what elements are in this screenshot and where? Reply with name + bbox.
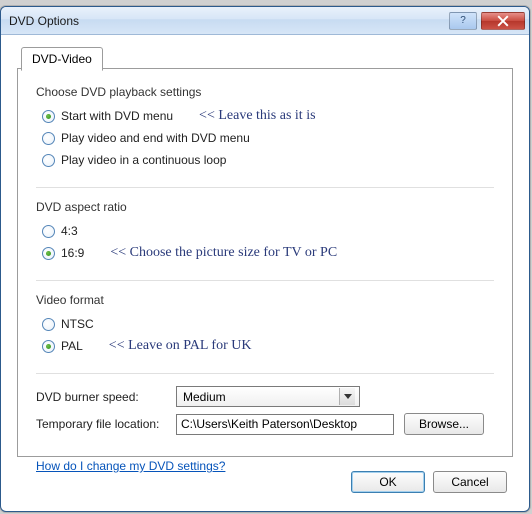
tab-dvd-video[interactable]: DVD-Video bbox=[21, 47, 103, 71]
cancel-button-label: Cancel bbox=[451, 475, 488, 489]
help-icon: ? bbox=[460, 15, 466, 26]
radio-label: PAL bbox=[61, 339, 83, 353]
group-playback-title: Choose DVD playback settings bbox=[36, 85, 494, 99]
chevron-down-icon bbox=[344, 394, 352, 399]
radio-label: Play video in a continuous loop bbox=[61, 153, 226, 167]
titlebar: DVD Options ? bbox=[1, 7, 529, 35]
group-playback: Choose DVD playback settings Start with … bbox=[36, 85, 494, 169]
help-button[interactable]: ? bbox=[449, 12, 477, 30]
window-title: DVD Options bbox=[9, 14, 79, 28]
radio-ntsc[interactable]: NTSC bbox=[42, 315, 494, 333]
annotation-aspect: << Choose the picture size for TV or PC bbox=[110, 245, 337, 261]
annotation-playback: << Leave this as it is bbox=[199, 108, 316, 124]
group-format-title: Video format bbox=[36, 293, 494, 307]
radio-16-9[interactable]: 16:9 << Choose the picture size for TV o… bbox=[42, 244, 494, 262]
row-burner-speed: DVD burner speed: Medium bbox=[36, 386, 494, 407]
radio-4-3[interactable]: 4:3 bbox=[42, 222, 494, 240]
radio-start-with-menu[interactable]: Start with DVD menu << Leave this as it … bbox=[42, 107, 494, 125]
radio-icon bbox=[42, 340, 55, 353]
radio-pal[interactable]: PAL << Leave on PAL for UK bbox=[42, 337, 494, 355]
ok-button[interactable]: OK bbox=[351, 471, 425, 493]
separator bbox=[36, 187, 494, 188]
burner-speed-label: DVD burner speed: bbox=[36, 390, 176, 404]
group-aspect-title: DVD aspect ratio bbox=[36, 200, 494, 214]
browse-button-label: Browse... bbox=[419, 417, 469, 431]
radio-icon bbox=[42, 132, 55, 145]
dialog-buttons: OK Cancel bbox=[351, 471, 507, 493]
radio-icon bbox=[42, 154, 55, 167]
radio-label: 4:3 bbox=[61, 224, 78, 238]
radio-label: NTSC bbox=[61, 317, 94, 331]
radio-icon bbox=[42, 225, 55, 238]
browse-button[interactable]: Browse... bbox=[404, 413, 484, 435]
close-icon bbox=[497, 15, 509, 27]
dropdown-button bbox=[339, 388, 355, 405]
help-link[interactable]: How do I change my DVD settings? bbox=[36, 459, 225, 473]
row-temp-location: Temporary file location: Browse... bbox=[36, 413, 494, 435]
client-area: DVD-Video Choose DVD playback settings S… bbox=[7, 41, 523, 505]
radio-icon bbox=[42, 110, 55, 123]
radio-icon bbox=[42, 318, 55, 331]
titlebar-buttons: ? bbox=[449, 12, 525, 30]
close-button[interactable] bbox=[481, 12, 525, 30]
burner-speed-select[interactable]: Medium bbox=[176, 386, 360, 407]
group-aspect: DVD aspect ratio 4:3 16:9 << Choose the … bbox=[36, 200, 494, 262]
radio-label: 16:9 bbox=[61, 246, 84, 260]
radio-label: Play video and end with DVD menu bbox=[61, 131, 250, 145]
separator bbox=[36, 373, 494, 374]
radio-continuous-loop[interactable]: Play video in a continuous loop bbox=[42, 151, 494, 169]
separator bbox=[36, 280, 494, 281]
radio-icon bbox=[42, 247, 55, 260]
cancel-button[interactable]: Cancel bbox=[433, 471, 507, 493]
ok-button-label: OK bbox=[379, 475, 396, 489]
radio-label: Start with DVD menu bbox=[61, 109, 173, 123]
annotation-format: << Leave on PAL for UK bbox=[109, 338, 252, 354]
temp-location-input[interactable] bbox=[176, 414, 394, 435]
dialog-window: DVD Options ? DVD-Video Choose DVD playb… bbox=[0, 6, 530, 512]
burner-speed-value: Medium bbox=[183, 390, 226, 404]
radio-play-and-end-menu[interactable]: Play video and end with DVD menu bbox=[42, 129, 494, 147]
group-format: Video format NTSC PAL << Leave on PAL fo… bbox=[36, 293, 494, 355]
temp-location-label: Temporary file location: bbox=[36, 417, 176, 431]
tab-content: Choose DVD playback settings Start with … bbox=[17, 68, 513, 457]
tabstrip: DVD-Video bbox=[21, 47, 103, 71]
